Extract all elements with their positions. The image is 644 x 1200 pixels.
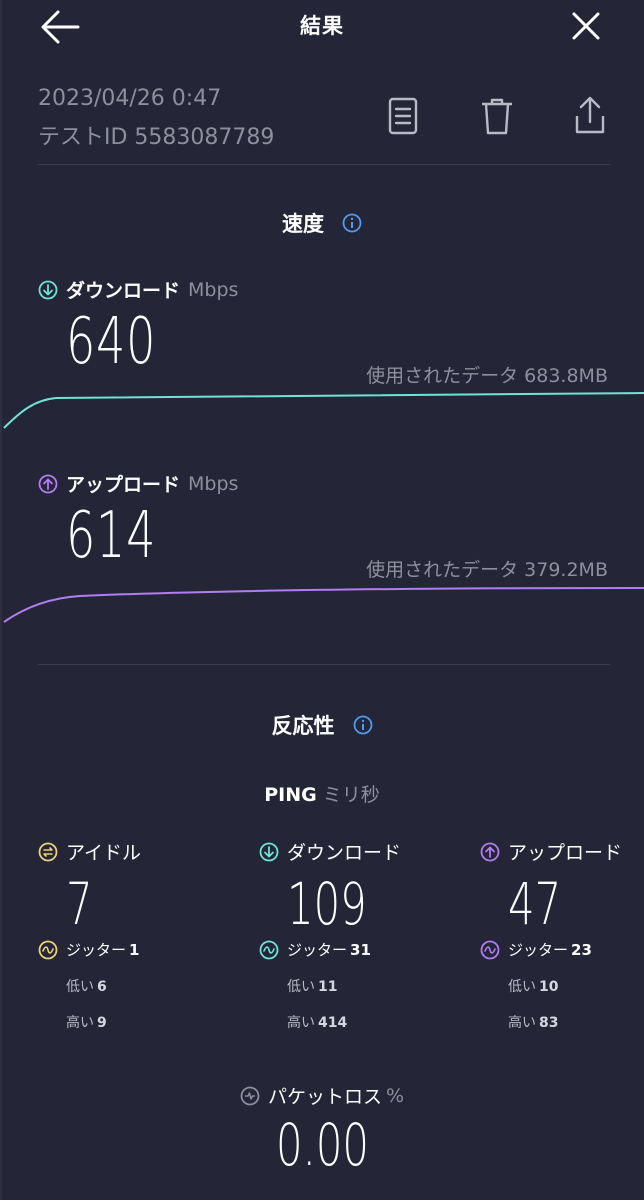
packet-loss-label-row: パケットロス % (0, 1082, 644, 1109)
ping-column-upload: アップロード 47 ジッター 23 低い 10 高い 83 (480, 838, 640, 1032)
jitter-download-label: ジッター (287, 941, 348, 959)
ping-download-label-row: ダウンロード (259, 838, 459, 865)
ping-upload-high-row: 高い 83 (508, 1012, 640, 1032)
ping-idle-high-value: 9 (97, 1015, 107, 1031)
download-label-row: ダウンロード Mbps (38, 276, 238, 303)
jitter-download-value: 31 (350, 940, 371, 959)
ping-download-high-label: 高い (287, 1015, 315, 1031)
delete-button[interactable] (477, 96, 517, 138)
upload-unit: Mbps (188, 472, 239, 495)
jitter-idle-value: 1 (129, 940, 140, 959)
ping-download-high-row: 高い 414 (287, 1012, 459, 1032)
ping-idle-low-row: 低い 6 (66, 976, 238, 996)
divider (38, 664, 610, 665)
ping-upload-low-label: 低い (508, 979, 536, 995)
share-button[interactable] (570, 94, 610, 136)
ping-column-idle: アイドル 7 ジッター 1 低い 6 高い 9 (38, 838, 238, 1032)
download-graph (3, 392, 644, 429)
ping-download-low-label: 低い (287, 979, 315, 995)
ping-upload-low-row: 低い 10 (508, 976, 640, 996)
speed-info-button[interactable] (342, 213, 362, 233)
speed-title: 速度 (282, 212, 324, 236)
ping-heading: PING ミリ秒 (0, 780, 644, 807)
ping-download-low-value: 11 (318, 979, 338, 995)
ping-idle-high-row: 高い 9 (66, 1012, 238, 1032)
ping-idle-low-label: 低い (66, 979, 94, 995)
download-label: ダウンロード (66, 280, 181, 302)
report-button[interactable] (384, 96, 424, 138)
responsiveness-info-button[interactable] (353, 715, 373, 735)
ping-upload-low-value: 10 (539, 979, 559, 995)
ping-download-low-row: 低い 11 (287, 976, 459, 996)
jitter-download-row: ジッター 31 (259, 939, 459, 960)
upload-label-row: アップロード Mbps (38, 470, 238, 497)
idle-icon (38, 842, 58, 862)
ping-upload-label-row: アップロード (480, 838, 640, 865)
download-arrow-icon (259, 842, 279, 862)
ping-upload-value: 47 (508, 870, 562, 938)
ping-idle-low-value: 6 (97, 979, 107, 995)
packet-loss-label: パケットロス (267, 1086, 382, 1108)
jitter-upload-value: 23 (571, 940, 592, 959)
ping-idle-label: アイドル (66, 842, 142, 864)
test-datetime: 2023/04/26 0:47 (38, 86, 222, 111)
info-icon (342, 213, 362, 233)
ping-unit: ミリ秒 (322, 784, 380, 806)
jitter-icon (480, 940, 500, 960)
share-icon (575, 96, 605, 134)
packet-loss-unit: % (385, 1084, 405, 1107)
upload-speed-value: 614 (66, 499, 157, 573)
ping-upload-high-label: 高い (508, 1015, 536, 1031)
test-id: テストID 5583087789 (38, 125, 275, 150)
document-icon (388, 97, 418, 135)
packet-loss-icon (240, 1086, 260, 1106)
jitter-icon (259, 940, 279, 960)
download-speed-value: 640 (66, 305, 157, 379)
jitter-icon (38, 940, 58, 960)
jitter-idle-label: ジッター (66, 941, 127, 959)
ping-download-value: 109 (287, 870, 367, 938)
upload-arrow-icon (38, 474, 58, 494)
ping-upload-label: アップロード (508, 842, 623, 864)
download-arrow-icon (38, 280, 58, 300)
download-unit: Mbps (188, 278, 239, 301)
ping-download-high-value: 414 (318, 1015, 348, 1031)
responsiveness-title: 反応性 (271, 714, 335, 738)
info-icon (353, 715, 372, 735)
jitter-idle-row: ジッター 1 (38, 939, 238, 960)
page-title: 結果 (300, 14, 344, 38)
packet-loss-value: 0.00 (276, 1111, 369, 1179)
ping-label: PING (264, 784, 317, 806)
responsiveness-header: 反応性 (0, 710, 644, 740)
upload-graph (3, 587, 644, 623)
ping-idle-high-label: 高い (66, 1015, 94, 1031)
download-graph-line (3, 392, 644, 429)
ping-download-label: ダウンロード (287, 842, 402, 864)
upload-graph-line (3, 587, 644, 623)
speed-header: 速度 (0, 208, 644, 238)
ping-idle-value: 7 (66, 870, 93, 938)
jitter-upload-label: ジッター (508, 941, 569, 959)
ping-idle-label-row: アイドル (38, 838, 238, 865)
close-button[interactable] (566, 8, 606, 46)
ping-column-download: ダウンロード 109 ジッター 31 低い 11 高い 414 (259, 838, 459, 1032)
divider (38, 164, 610, 165)
upload-arrow-icon (480, 842, 500, 862)
upload-label: アップロード (66, 474, 181, 496)
jitter-upload-row: ジッター 23 (480, 939, 640, 960)
close-icon (572, 12, 600, 40)
trash-icon (482, 98, 512, 135)
ping-upload-high-value: 83 (539, 1015, 559, 1031)
